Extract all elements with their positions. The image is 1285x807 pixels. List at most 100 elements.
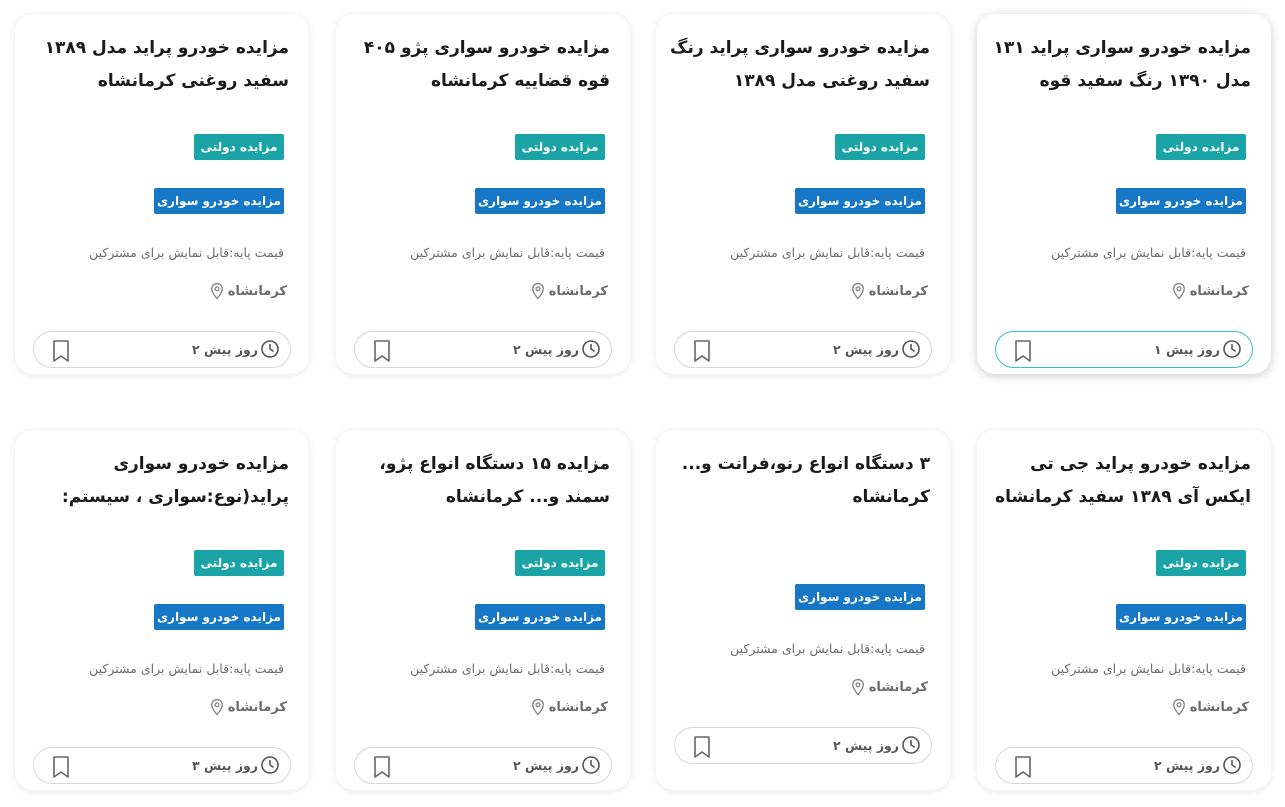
location-label: کرمانشاه [548, 283, 608, 299]
base-price: قیمت پایه:قابل نمایش برای مشترکین [89, 245, 284, 260]
posted-time: ۱ روز پیش [1154, 339, 1242, 359]
posted-time: ۲ روز پیش [833, 735, 921, 755]
auction-card[interactable]: مزایده ۱۵ دستگاه انواع پژو، سمند و... کر… [336, 430, 630, 790]
auction-card[interactable]: مزایده خودرو پراید جی تی ایکس آی ۱۳۸۹ سف… [977, 430, 1271, 790]
card-title[interactable]: مزایده خودرو سواری پراید ۱۳۱ مدل ۱۳۹۰ رن… [991, 32, 1251, 98]
tag-car-auction[interactable]: مزایده خودرو سواری [154, 188, 284, 214]
tag-car-auction[interactable]: مزایده خودرو سواری [795, 584, 925, 610]
bookmark-icon[interactable] [51, 339, 71, 363]
card-title[interactable]: ۳ دستگاه انواع رنو،فرانت و... کرمانشاه [670, 448, 930, 514]
location-label: کرمانشاه [868, 283, 928, 299]
posted-time-label: ۳ روز پیش [192, 757, 258, 773]
posted-time: ۲ روز پیش [833, 339, 921, 359]
auction-card[interactable]: مزایده خودرو سواری پژو ۴۰۵ قوه قضاییه کر… [336, 14, 630, 374]
posted-time: ۳ روز پیش [192, 755, 280, 775]
posted-time-label: ۲ روز پیش [833, 737, 899, 753]
base-price: قیمت پایه:قابل نمایش برای مشترکین [410, 245, 605, 260]
card-footer: ۲ روز پیش [354, 747, 612, 784]
tag-car-auction[interactable]: مزایده خودرو سواری [1116, 188, 1246, 214]
posted-time: ۲ روز پیش [192, 339, 280, 359]
card-footer: ۲ روز پیش [995, 747, 1253, 784]
posted-time-label: ۲ روز پیش [513, 341, 579, 357]
posted-time: ۲ روز پیش [1154, 755, 1242, 775]
tag-government-auction[interactable]: مزایده دولتی [835, 134, 925, 160]
location: کرمانشاه [850, 282, 928, 300]
bookmark-icon[interactable] [372, 339, 392, 363]
base-price: قیمت پایه:قابل نمایش برای مشترکین [1051, 245, 1246, 260]
auction-card[interactable]: مزایده خودرو سواری پراید(نوع:سواری ، سیس… [15, 430, 309, 790]
location: کرمانشاه [1171, 698, 1249, 716]
clock-icon [901, 735, 921, 755]
clock-icon [260, 755, 280, 775]
posted-time-label: ۲ روز پیش [1154, 757, 1220, 773]
posted-time-label: ۱ روز پیش [1154, 341, 1220, 357]
card-title[interactable]: مزایده خودرو سواری پژو ۴۰۵ قوه قضاییه کر… [350, 32, 610, 98]
map-pin-icon [1171, 282, 1187, 300]
tag-government-auction[interactable]: مزایده دولتی [1156, 134, 1246, 160]
card-title[interactable]: مزایده خودرو پراید مدل ۱۳۸۹ سفید روغنی ک… [29, 32, 289, 98]
card-title[interactable]: مزایده ۱۵ دستگاه انواع پژو، سمند و... کر… [350, 448, 610, 514]
auction-card[interactable]: مزایده خودرو سواری پراید رنگ سفید روغنی … [656, 14, 950, 374]
location: کرمانشاه [530, 698, 608, 716]
tag-government-auction[interactable]: مزایده دولتی [194, 550, 284, 576]
tag-car-auction[interactable]: مزایده خودرو سواری [154, 604, 284, 630]
tag-government-auction[interactable]: مزایده دولتی [194, 134, 284, 160]
location-label: کرمانشاه [548, 699, 608, 715]
bookmark-icon[interactable] [51, 755, 71, 779]
base-price: قیمت پایه:قابل نمایش برای مشترکین [89, 661, 284, 676]
posted-time: ۲ روز پیش [513, 339, 601, 359]
tag-car-auction[interactable]: مزایده خودرو سواری [795, 188, 925, 214]
card-footer: ۲ روز پیش [674, 331, 932, 368]
card-footer: ۳ روز پیش [33, 747, 291, 784]
bookmark-icon[interactable] [692, 339, 712, 363]
location: کرمانشاه [1171, 282, 1249, 300]
clock-icon [260, 339, 280, 359]
location: کرمانشاه [209, 698, 287, 716]
map-pin-icon [530, 698, 546, 716]
card-title[interactable]: مزایده خودرو سواری پراید(نوع:سواری ، سیس… [29, 448, 289, 514]
tag-government-auction[interactable]: مزایده دولتی [515, 550, 605, 576]
auction-card[interactable]: مزایده خودرو سواری پراید ۱۳۱ مدل ۱۳۹۰ رن… [977, 14, 1271, 374]
bookmark-icon[interactable] [692, 735, 712, 759]
bookmark-icon[interactable] [1013, 755, 1033, 779]
clock-icon [1222, 339, 1242, 359]
location-label: کرمانشاه [1189, 283, 1249, 299]
location-label: کرمانشاه [1189, 699, 1249, 715]
card-title[interactable]: مزایده خودرو سواری پراید رنگ سفید روغنی … [670, 32, 930, 98]
tag-government-auction[interactable]: مزایده دولتی [1156, 550, 1246, 576]
auction-card[interactable]: مزایده خودرو پراید مدل ۱۳۸۹ سفید روغنی ک… [15, 14, 309, 374]
clock-icon [901, 339, 921, 359]
base-price: قیمت پایه:قابل نمایش برای مشترکین [1051, 661, 1246, 676]
location: کرمانشاه [850, 678, 928, 696]
auction-card[interactable]: ۳ دستگاه انواع رنو،فرانت و... کرمانشاه م… [656, 430, 950, 790]
posted-time: ۲ روز پیش [513, 755, 601, 775]
tag-government-auction[interactable]: مزایده دولتی [515, 134, 605, 160]
card-footer: ۱ روز پیش [995, 331, 1253, 368]
tag-car-auction[interactable]: مزایده خودرو سواری [475, 604, 605, 630]
clock-icon [581, 755, 601, 775]
map-pin-icon [209, 282, 225, 300]
base-price: قیمت پایه:قابل نمایش برای مشترکین [730, 245, 925, 260]
bookmark-icon[interactable] [372, 755, 392, 779]
location: کرمانشاه [209, 282, 287, 300]
location-label: کرمانشاه [227, 283, 287, 299]
card-footer: ۲ روز پیش [674, 727, 932, 764]
card-footer: ۲ روز پیش [33, 331, 291, 368]
tag-car-auction[interactable]: مزایده خودرو سواری [1116, 604, 1246, 630]
location-label: کرمانشاه [868, 679, 928, 695]
bookmark-icon[interactable] [1013, 339, 1033, 363]
map-pin-icon [850, 678, 866, 696]
tag-car-auction[interactable]: مزایده خودرو سواری [475, 188, 605, 214]
clock-icon [1222, 755, 1242, 775]
location-label: کرمانشاه [227, 699, 287, 715]
location: کرمانشاه [530, 282, 608, 300]
card-title[interactable]: مزایده خودرو پراید جی تی ایکس آی ۱۳۸۹ سف… [991, 448, 1251, 514]
map-pin-icon [209, 698, 225, 716]
card-footer: ۲ روز پیش [354, 331, 612, 368]
posted-time-label: ۲ روز پیش [513, 757, 579, 773]
posted-time-label: ۲ روز پیش [192, 341, 258, 357]
map-pin-icon [850, 282, 866, 300]
map-pin-icon [530, 282, 546, 300]
base-price: قیمت پایه:قابل نمایش برای مشترکین [410, 661, 605, 676]
base-price: قیمت پایه:قابل نمایش برای مشترکین [730, 641, 925, 656]
